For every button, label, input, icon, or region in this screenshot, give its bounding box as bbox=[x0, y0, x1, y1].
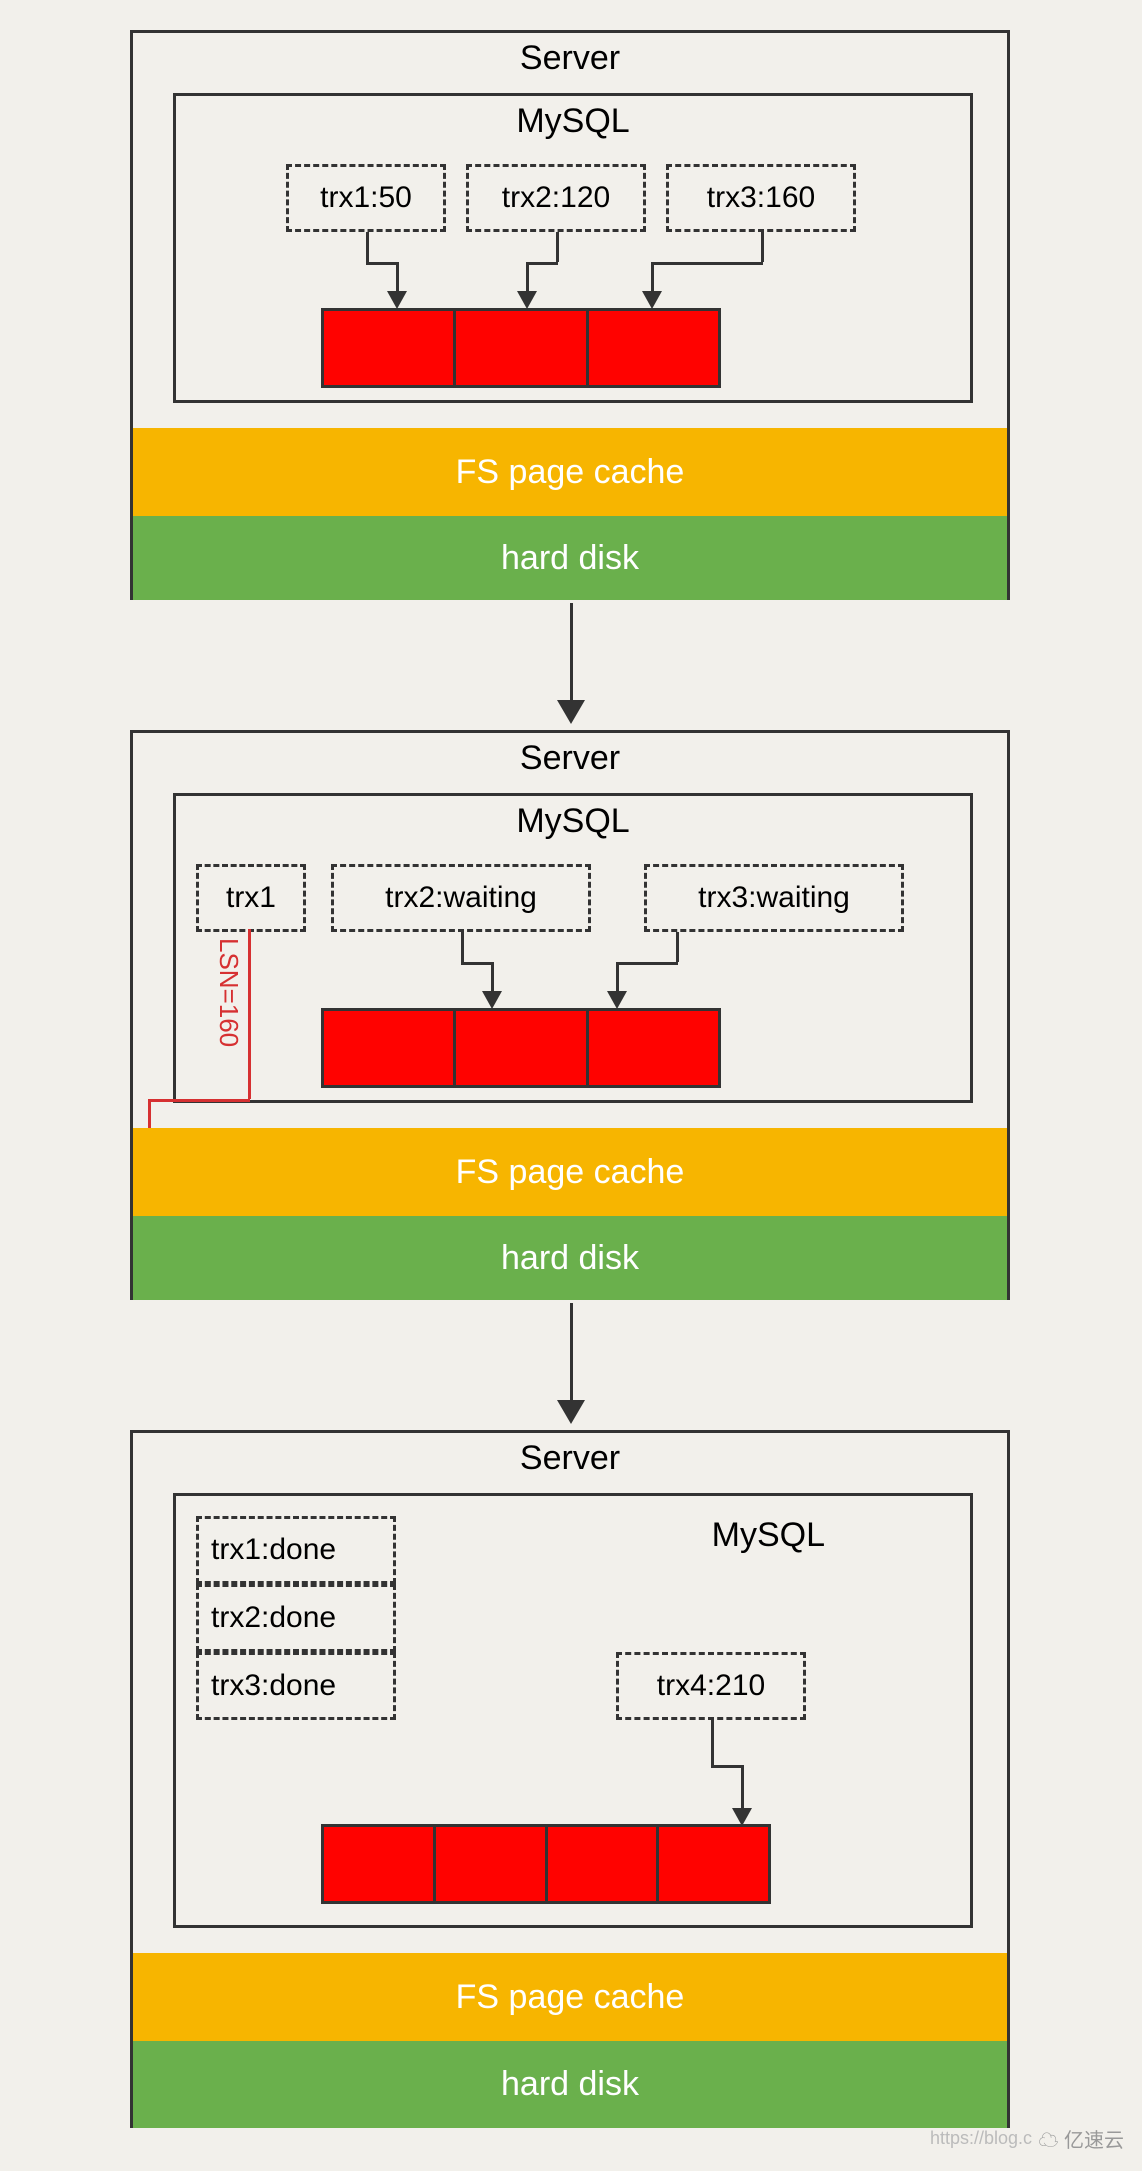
watermark-logo: ☁ 亿速云 bbox=[1038, 2124, 1124, 2153]
arrow-line bbox=[711, 1765, 743, 1768]
server-title: Server bbox=[520, 739, 620, 778]
hard-disk-band: hard disk bbox=[133, 516, 1007, 600]
fs-cache-label: FS page cache bbox=[456, 1978, 685, 2017]
trx2-label: trx2:waiting bbox=[385, 881, 537, 915]
mysql-title: MySQL bbox=[712, 1516, 825, 1555]
server-title: Server bbox=[520, 1439, 620, 1478]
mysql-title: MySQL bbox=[516, 802, 629, 841]
arrow-line bbox=[526, 262, 558, 265]
stage-arrow bbox=[570, 1303, 573, 1403]
arrow-line bbox=[526, 262, 529, 292]
hard-disk-band: hard disk bbox=[133, 1216, 1007, 1300]
hard-disk-label: hard disk bbox=[501, 1239, 639, 1278]
arrow-line bbox=[491, 962, 494, 992]
arrow-line bbox=[616, 962, 678, 965]
buffer-cell bbox=[589, 311, 718, 385]
watermark-text: 亿速云 bbox=[1064, 2130, 1124, 2152]
buffer-cell bbox=[589, 1011, 718, 1085]
arrow-line bbox=[616, 962, 619, 992]
arrowhead-down-icon bbox=[557, 700, 585, 724]
trx3-label: trx3:waiting bbox=[698, 881, 850, 915]
arrow-line bbox=[651, 262, 763, 265]
mysql-title: MySQL bbox=[516, 102, 629, 141]
mysql-box-2: MySQL trx1 trx2:waiting trx3:waiting bbox=[173, 793, 973, 1103]
buffer-cell bbox=[324, 1011, 456, 1085]
arrowhead-down-icon bbox=[387, 291, 407, 309]
buffer-cell bbox=[456, 1011, 588, 1085]
arrowhead-down-icon bbox=[607, 991, 627, 1009]
trx1-label: trx1 bbox=[226, 881, 276, 915]
arrowhead-down-icon bbox=[517, 291, 537, 309]
trx1-label: trx1:done bbox=[211, 1533, 336, 1567]
cloud-icon: ☁ bbox=[1038, 2130, 1058, 2152]
buffer-3 bbox=[321, 1824, 771, 1904]
lsn-arrow bbox=[248, 929, 251, 1099]
arrowhead-down-icon bbox=[642, 291, 662, 309]
mysql-box-3: MySQL trx1:done trx2:done trx3:done trx4… bbox=[173, 1493, 973, 1928]
buffer-cell bbox=[456, 311, 588, 385]
trx3-label: trx3:160 bbox=[707, 181, 815, 215]
buffer-cell bbox=[324, 311, 456, 385]
hard-disk-label: hard disk bbox=[501, 539, 639, 578]
trx1-box: trx1 bbox=[196, 864, 306, 932]
buffer-1 bbox=[321, 308, 721, 388]
arrow-line bbox=[461, 962, 493, 965]
arrow-line bbox=[396, 262, 399, 292]
watermark-url: https://blog.c bbox=[930, 2128, 1032, 2149]
arrow-line bbox=[556, 232, 559, 262]
trx3-box: trx3:waiting bbox=[644, 864, 904, 932]
lsn-label: LSN=160 bbox=[213, 938, 244, 1047]
buffer-cell bbox=[324, 1827, 436, 1901]
buffer-cell bbox=[548, 1827, 660, 1901]
arrow-line bbox=[741, 1765, 744, 1809]
trx1-done: trx1:done bbox=[196, 1516, 396, 1584]
trx3-done: trx3:done bbox=[196, 1652, 396, 1720]
trx4-label: trx4:210 bbox=[657, 1669, 765, 1703]
hard-disk-label: hard disk bbox=[501, 2065, 639, 2104]
fs-cache-label: FS page cache bbox=[456, 1153, 685, 1192]
arrowhead-down-icon bbox=[482, 991, 502, 1009]
trx4-box: trx4:210 bbox=[616, 1652, 806, 1720]
buffer-cell bbox=[659, 1827, 768, 1901]
trx2-label: trx2:done bbox=[211, 1601, 336, 1635]
trx1-label: trx1:50 bbox=[320, 181, 412, 215]
stage-1: Server MySQL trx1:50 trx2:120 trx3:160 F… bbox=[130, 30, 1010, 600]
server-title: Server bbox=[520, 39, 620, 78]
trx3-box: trx3:160 bbox=[666, 164, 856, 232]
buffer-2 bbox=[321, 1008, 721, 1088]
lsn-arrow bbox=[148, 1099, 250, 1102]
arrow-line bbox=[461, 932, 464, 962]
arrow-line bbox=[676, 932, 679, 962]
trx2-box: trx2:120 bbox=[466, 164, 646, 232]
trx3-label: trx3:done bbox=[211, 1669, 336, 1703]
trx1-box: trx1:50 bbox=[286, 164, 446, 232]
arrow-line bbox=[366, 262, 398, 265]
arrow-line bbox=[761, 232, 764, 262]
fs-page-cache-band: FS page cache bbox=[133, 1953, 1007, 2041]
arrow-line bbox=[366, 232, 369, 262]
fs-page-cache-band: FS page cache bbox=[133, 1128, 1007, 1216]
arrow-line bbox=[711, 1720, 714, 1765]
trx2-label: trx2:120 bbox=[502, 181, 610, 215]
buffer-cell bbox=[436, 1827, 548, 1901]
trx2-box: trx2:waiting bbox=[331, 864, 591, 932]
stage-2: Server MySQL trx1 trx2:waiting trx3:wait… bbox=[130, 730, 1010, 1300]
mysql-box-1: MySQL trx1:50 trx2:120 trx3:160 bbox=[173, 93, 973, 403]
hard-disk-band: hard disk bbox=[133, 2041, 1007, 2128]
fs-page-cache-band: FS page cache bbox=[133, 428, 1007, 516]
arrowhead-down-icon bbox=[557, 1400, 585, 1424]
stage-3: Server MySQL trx1:done trx2:done trx3:do… bbox=[130, 1430, 1010, 2128]
arrow-line bbox=[651, 262, 654, 292]
fs-cache-label: FS page cache bbox=[456, 453, 685, 492]
trx2-done: trx2:done bbox=[196, 1584, 396, 1652]
stage-arrow bbox=[570, 603, 573, 703]
